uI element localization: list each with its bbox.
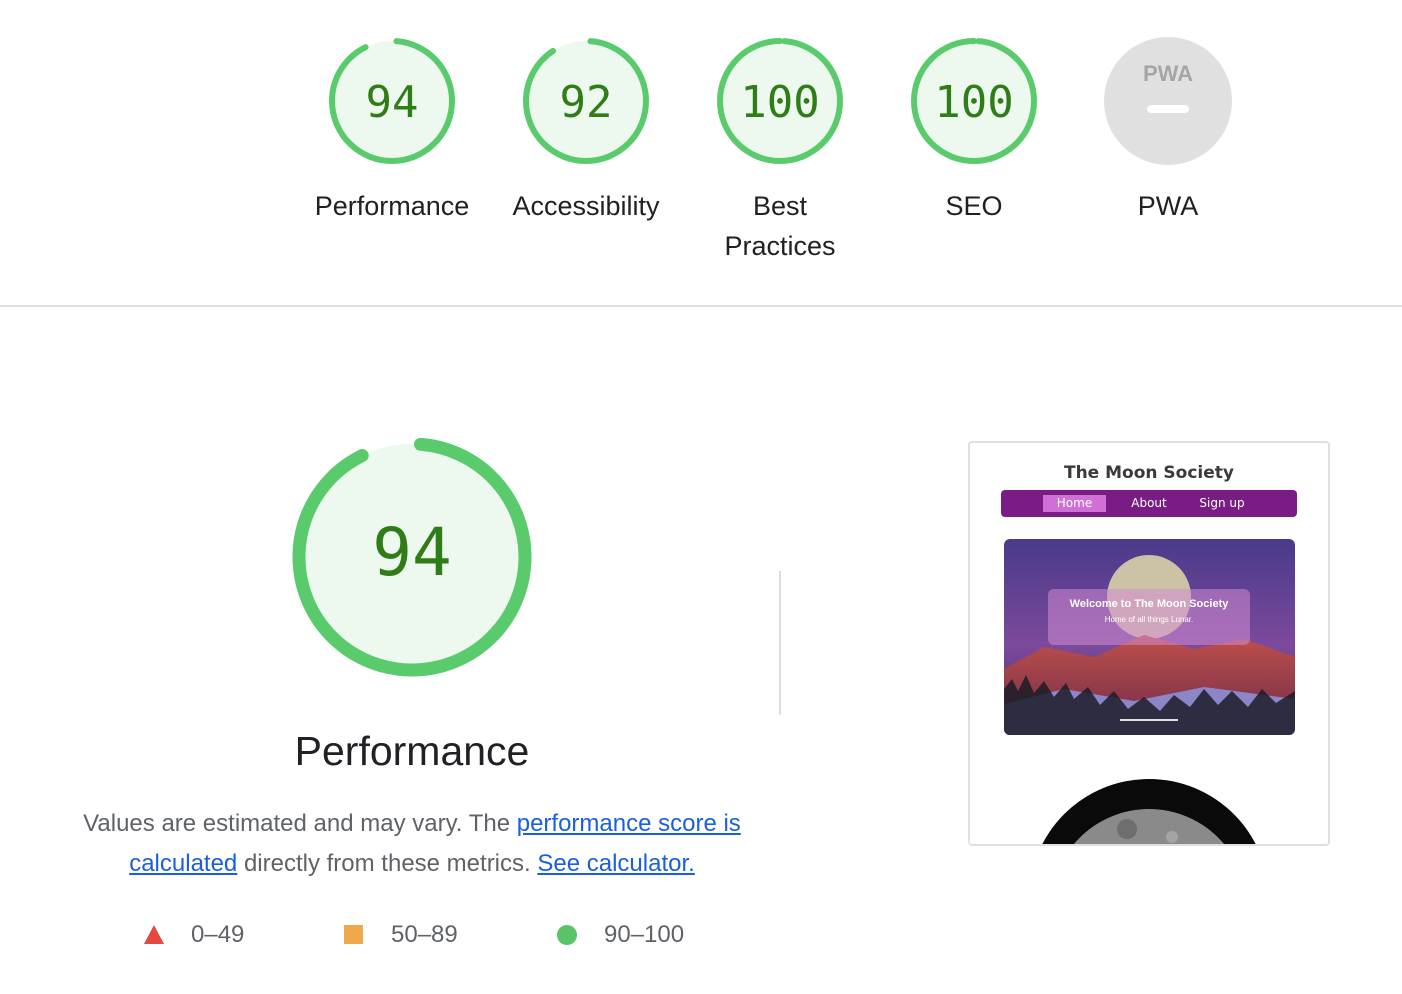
hero-image: Welcome to The Moon Society Home of all … [1004, 539, 1295, 735]
moon-image [1042, 779, 1256, 844]
score-ring: 100 [717, 38, 843, 164]
score-ring: 100 [911, 38, 1037, 164]
pwa-badge-icon: PWA [1104, 37, 1232, 165]
section-divider [0, 305, 1402, 307]
square-icon [344, 925, 363, 944]
score-value: 100 [740, 77, 819, 128]
nav-signup[interactable]: Sign up [1191, 495, 1253, 512]
category-label: Performance [314, 191, 470, 221]
category-label: PWA [1137, 191, 1199, 221]
big-score-value: 94 [372, 514, 451, 591]
score-value: 94 [366, 77, 419, 128]
hero-caption: Welcome to The Moon Society Home of all … [1048, 589, 1250, 645]
circle-icon [557, 925, 577, 945]
description-text: Values are estimated and may vary. The [83, 810, 517, 837]
gauge-best-practices[interactable]: 100 Best Practices [690, 36, 870, 266]
gauge-seo[interactable]: 100 SEO [884, 36, 1064, 226]
see-calculator-link[interactable]: See calculator. [537, 850, 694, 877]
legend-range: 90–100 [604, 921, 685, 948]
hero-subtitle: Home of all things Lunar. [1104, 615, 1194, 624]
triangle-icon [144, 925, 164, 944]
gauge-performance[interactable]: 94 Performance [302, 36, 482, 226]
nav-home[interactable]: Home [1043, 495, 1106, 512]
gauge-accessibility[interactable]: 92 Accessibility [496, 36, 676, 226]
nav-about[interactable]: About [1123, 495, 1175, 512]
score-ring: 94 [329, 38, 455, 164]
category-label: Accessibility [512, 191, 660, 221]
pwa-badge-text: PWA [1143, 61, 1193, 86]
category-label: Best Practices [724, 191, 836, 261]
hero-heading: Welcome to The Moon Society [1069, 598, 1229, 610]
big-score-ring: 94 [292, 437, 532, 677]
score-value: 100 [934, 77, 1013, 128]
category-gauges-row: 94 Performance 92 Accessibility 100 Best… [0, 0, 1402, 306]
final-screenshot[interactable]: The Moon Society Home About Sign up Welc… [968, 441, 1330, 846]
category-label: SEO [945, 191, 1003, 221]
performance-score-gauge: 94 [290, 435, 534, 684]
legend-range: 50–89 [391, 921, 458, 948]
description-text-2: directly from these metrics. [237, 850, 538, 877]
performance-title: Performance [294, 728, 530, 774]
gauge-pwa[interactable]: PWA PWA [1078, 36, 1258, 226]
vertical-divider [779, 571, 781, 715]
pwa-dash [1147, 105, 1189, 113]
score-ring: 92 [523, 38, 649, 164]
site-nav: Home About Sign up [1001, 490, 1297, 517]
performance-description: Values are estimated and may vary. The p… [82, 804, 742, 884]
score-value: 92 [560, 77, 613, 128]
site-title: The Moon Society [1063, 463, 1234, 483]
legend-range: 0–49 [191, 921, 245, 948]
